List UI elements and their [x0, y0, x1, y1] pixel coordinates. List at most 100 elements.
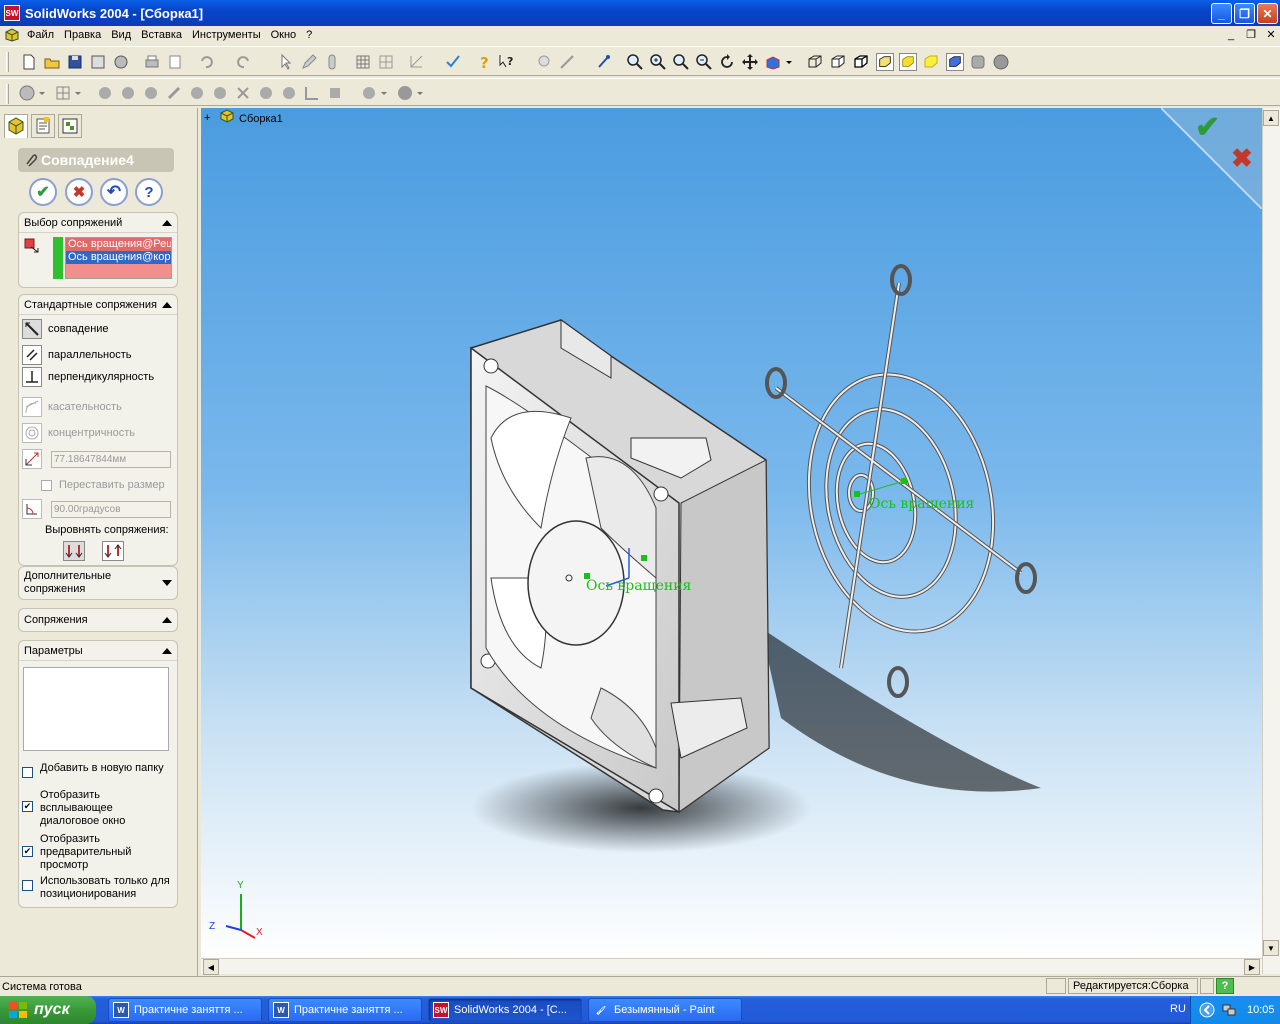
chevron-down-icon[interactable]: [416, 84, 424, 102]
mate-selection-header[interactable]: Выбор сопряжений: [19, 213, 177, 233]
perspective-icon[interactable]: [946, 53, 964, 71]
clock[interactable]: 10:05: [1247, 1004, 1275, 1016]
status-help-icon[interactable]: ?: [1216, 978, 1234, 994]
positioning-only-checkbox[interactable]: [22, 880, 33, 891]
angle-input[interactable]: 90.00градусов: [51, 501, 171, 518]
options-header[interactable]: Параметры: [19, 641, 177, 661]
collapse-icon[interactable]: [162, 301, 172, 308]
align-aligned-button[interactable]: [63, 541, 85, 561]
open-folder-icon[interactable]: [43, 53, 61, 71]
flip-dimension-checkbox[interactable]: [41, 480, 52, 491]
menu-insert[interactable]: Вставка: [136, 29, 187, 41]
whats-this-icon[interactable]: ?: [498, 53, 516, 71]
section-view-icon[interactable]: [969, 53, 987, 71]
menu-edit[interactable]: Правка: [59, 29, 106, 41]
redo-icon[interactable]: [235, 53, 253, 71]
chevron-down-icon[interactable]: [785, 53, 793, 71]
fan-model[interactable]: [470, 319, 770, 814]
mate-concentric[interactable]: концентричность: [22, 423, 135, 443]
hidden-lines-removed-icon[interactable]: [852, 53, 870, 71]
scroll-up-button[interactable]: ▲: [1263, 110, 1279, 126]
rebuild-icon[interactable]: [323, 53, 341, 71]
save-icon[interactable]: [66, 53, 84, 71]
expand-icon[interactable]: [162, 580, 172, 586]
print-preview-icon[interactable]: [89, 53, 107, 71]
mates-header[interactable]: Сопряжения: [19, 609, 177, 631]
advanced-mates-header[interactable]: Дополнительные сопряжения: [19, 567, 177, 599]
explode-line-icon[interactable]: [280, 84, 298, 102]
fan-guard-model[interactable]: [765, 264, 1037, 698]
shadow-icon[interactable]: [922, 53, 940, 71]
menu-file[interactable]: Файл: [22, 29, 59, 41]
undo-button[interactable]: ↶: [100, 178, 128, 206]
help-button[interactable]: ?: [135, 178, 163, 206]
chevron-left-icon[interactable]: [1199, 1002, 1215, 1018]
grid-icon[interactable]: [354, 53, 372, 71]
component-pattern-icon[interactable]: [54, 84, 72, 102]
menu-window[interactable]: Окно: [266, 29, 302, 41]
rotate-view-icon[interactable]: [718, 53, 736, 71]
edit-component-icon[interactable]: [96, 84, 114, 102]
ok-button[interactable]: ✔: [29, 178, 57, 206]
simulation-icon[interactable]: [326, 84, 344, 102]
selection-list[interactable]: Ось вращения@Рец Ось вращения@кор: [65, 237, 172, 279]
title-bar[interactable]: SW SolidWorks 2004 - [Сборка1] _ ❐ ✕: [0, 0, 1280, 26]
toolbar-grip[interactable]: [6, 84, 9, 104]
help-icon[interactable]: ?: [475, 53, 493, 71]
mate-icon[interactable]: [165, 84, 183, 102]
fan-axis-label[interactable]: Ось вращения: [586, 578, 691, 594]
toolbar-grip[interactable]: [6, 52, 9, 72]
smart-fasteners-icon[interactable]: [234, 84, 252, 102]
zoom-in-out-icon[interactable]: [672, 53, 690, 71]
undo-icon[interactable]: [197, 53, 215, 71]
scroll-left-button[interactable]: ◀: [203, 959, 219, 975]
exploded-view-icon[interactable]: [257, 84, 275, 102]
show-preview-checkbox[interactable]: ✔: [22, 846, 33, 857]
options-icon[interactable]: [112, 53, 130, 71]
light-bulb-icon[interactable]: [535, 53, 553, 71]
new-file-icon[interactable]: [20, 53, 38, 71]
menu-tools[interactable]: Инструменты: [187, 29, 266, 41]
change-transparency-icon[interactable]: [142, 84, 160, 102]
task-solidworks[interactable]: SW SolidWorks 2004 - [С...: [428, 998, 582, 1022]
move-component-icon[interactable]: [188, 84, 206, 102]
physical-dynamics-icon[interactable]: [360, 84, 378, 102]
mate-perpendicular[interactable]: перпендикулярность: [22, 367, 154, 387]
minimize-button[interactable]: _: [1211, 3, 1232, 24]
align-anti-aligned-button[interactable]: [102, 541, 124, 561]
chevron-down-icon[interactable]: [74, 84, 82, 102]
select-icon[interactable]: [277, 53, 295, 71]
network-icon[interactable]: [1221, 1002, 1237, 1018]
rotate-component-icon[interactable]: [211, 84, 229, 102]
mate-parallel[interactable]: параллельность: [22, 345, 132, 365]
tab-configuration-manager[interactable]: [58, 114, 82, 138]
close-button[interactable]: ✕: [1257, 3, 1278, 24]
realview-sphere-icon[interactable]: [992, 53, 1010, 71]
check-sketch-icon[interactable]: [444, 53, 462, 71]
snap-grid-icon[interactable]: [377, 53, 395, 71]
preview-icon[interactable]: [166, 53, 184, 71]
zoom-fit-icon[interactable]: [626, 53, 644, 71]
sphere-icon[interactable]: [396, 84, 414, 102]
hidden-lines-gray-icon[interactable]: [829, 53, 847, 71]
options-list-box[interactable]: [23, 667, 169, 751]
document-cube-icon[interactable]: [4, 28, 20, 42]
menu-view[interactable]: Вид: [106, 29, 136, 41]
chevron-down-icon[interactable]: [380, 84, 388, 102]
tab-property-manager[interactable]: [31, 114, 55, 138]
shaded-edges-icon[interactable]: [876, 53, 894, 71]
cancel-button[interactable]: ✖: [65, 178, 93, 206]
insert-component-icon[interactable]: [18, 84, 36, 102]
zoom-selection-icon[interactable]: [695, 53, 713, 71]
collapse-icon[interactable]: [162, 647, 172, 654]
view-orientation-icon[interactable]: [595, 53, 613, 71]
task-word-1[interactable]: W Практичне заняття ...: [108, 998, 262, 1022]
standard-mates-header[interactable]: Стандартные сопряжения: [19, 295, 177, 315]
menu-help[interactable]: ?: [301, 29, 317, 41]
collapse-icon[interactable]: [162, 219, 172, 226]
hide-show-icon[interactable]: [558, 53, 576, 71]
collapse-icon[interactable]: [162, 617, 172, 623]
task-paint[interactable]: 🖌 Безымянный - Paint: [588, 998, 742, 1022]
start-button[interactable]: пуск: [0, 996, 96, 1024]
mate-coincident[interactable]: совпадение: [22, 319, 109, 339]
